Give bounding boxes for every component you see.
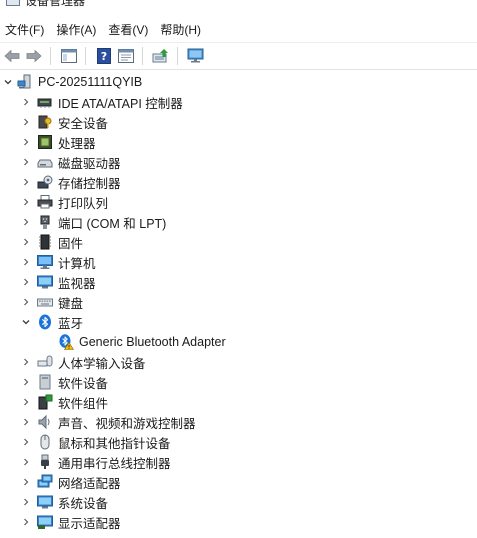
device-manager-app-icon [6, 0, 20, 6]
printer-icon [37, 194, 53, 210]
chevron-right-icon[interactable] [21, 472, 31, 492]
tree-category-disk[interactable]: 磁盘驱动器 [0, 152, 477, 172]
device-tree: PC-20251111QYIB IDE ATA/ATAPI 控制器 安全设备 处… [0, 72, 477, 532]
tree-device-generic-bluetooth-adapter[interactable]: Generic Bluetooth Adapter [0, 332, 477, 352]
sound-icon [37, 414, 53, 430]
firmware-icon [37, 234, 53, 250]
tree-root[interactable]: PC-20251111QYIB [0, 72, 477, 92]
tree-category-system[interactable]: 系统设备 [0, 492, 477, 512]
chevron-down-icon[interactable] [3, 72, 13, 92]
tree-category-software-device[interactable]: 软件设备 [0, 372, 477, 392]
chevron-right-icon[interactable] [21, 352, 31, 372]
svg-text:?: ? [101, 50, 107, 63]
chevron-right-icon[interactable] [21, 392, 31, 412]
chevron-right-icon[interactable] [21, 232, 31, 252]
menu-help[interactable]: 帮助(H) [155, 20, 206, 40]
tree-category-monitor[interactable]: 监视器 [0, 272, 477, 292]
chevron-right-icon[interactable] [21, 412, 31, 432]
tree-category-display[interactable]: 显示适配器 [0, 512, 477, 532]
toolbar-separator [85, 47, 86, 65]
tree-category-ide[interactable]: IDE ATA/ATAPI 控制器 [0, 92, 477, 112]
chevron-right-icon[interactable] [21, 432, 31, 452]
chevron-right-icon[interactable] [21, 112, 31, 132]
tree-category-security[interactable]: 安全设备 [0, 112, 477, 132]
chevron-right-icon[interactable] [21, 512, 31, 532]
tree-category-printer[interactable]: 打印队列 [0, 192, 477, 212]
mouse-icon [37, 434, 53, 450]
chevron-right-icon[interactable] [21, 492, 31, 512]
bluetooth-warning-icon [58, 334, 74, 350]
chevron-right-icon[interactable] [21, 292, 31, 312]
chevron-right-icon[interactable] [21, 252, 31, 272]
menu-view[interactable]: 查看(V) [103, 20, 153, 40]
help-icon[interactable]: ? [94, 46, 114, 66]
software-component-icon [37, 394, 53, 410]
tree-category-keyboard[interactable]: 键盘 [0, 292, 477, 312]
tree-category-usb[interactable]: 通用串行总线控制器 [0, 452, 477, 472]
chevron-right-icon[interactable] [21, 192, 31, 212]
tree-category-storage[interactable]: 存储控制器 [0, 172, 477, 192]
chevron-down-icon[interactable] [21, 312, 31, 332]
tree-category-network[interactable]: 网络适配器 [0, 472, 477, 492]
properties-icon[interactable] [116, 46, 136, 66]
security-device-icon [37, 114, 53, 130]
disk-drive-icon [37, 154, 53, 170]
back-arrow-icon[interactable] [2, 46, 22, 66]
chevron-right-icon[interactable] [21, 212, 31, 232]
tree-category-software-component[interactable]: 软件组件 [0, 392, 477, 412]
monitor-icon [37, 274, 53, 290]
chevron-right-icon[interactable] [21, 272, 31, 292]
chevron-right-icon[interactable] [21, 92, 31, 112]
menu-bar: 文件(F) 操作(A) 查看(V) 帮助(H) [0, 20, 477, 40]
chevron-right-icon[interactable] [21, 132, 31, 152]
show-hide-console-tree-icon[interactable] [59, 46, 79, 66]
port-icon [37, 214, 53, 230]
title-bar: 设备管理器 [0, 0, 477, 10]
usb-icon [37, 454, 53, 470]
system-device-icon [37, 494, 53, 510]
menu-action[interactable]: 操作(A) [51, 20, 101, 40]
chevron-right-icon[interactable] [21, 452, 31, 472]
menu-file[interactable]: 文件(F) [0, 20, 49, 40]
hid-icon [37, 354, 53, 370]
tree-category-firmware[interactable]: 固件 [0, 232, 477, 252]
ide-controller-icon [37, 94, 53, 110]
forward-arrow-icon[interactable] [24, 46, 44, 66]
toolbar-separator [177, 47, 178, 65]
computer-icon [37, 254, 53, 270]
display-adapter-icon [37, 514, 53, 530]
keyboard-icon [37, 294, 53, 310]
tree-category-computer[interactable]: 计算机 [0, 252, 477, 272]
tree-category-processor[interactable]: 处理器 [0, 132, 477, 152]
tree-category-hid[interactable]: 人体学输入设备 [0, 352, 477, 372]
tree-category-mouse[interactable]: 鼠标和其他指针设备 [0, 432, 477, 452]
window-title: 设备管理器 [25, 0, 86, 8]
toolbar-separator [142, 47, 143, 65]
chevron-right-icon[interactable] [21, 172, 31, 192]
chevron-right-icon[interactable] [21, 152, 31, 172]
scan-hardware-changes-icon[interactable] [186, 46, 206, 66]
computer-root-icon [17, 74, 33, 90]
network-adapter-icon [37, 474, 53, 490]
bluetooth-icon [37, 314, 53, 330]
update-driver-icon[interactable] [151, 46, 171, 66]
computer-name-label: PC-20251111QYIB [38, 75, 143, 89]
tree-category-port[interactable]: 端口 (COM 和 LPT) [0, 212, 477, 232]
tree-category-bluetooth[interactable]: 蓝牙 [0, 312, 477, 332]
toolbar: ? [0, 42, 477, 70]
processor-icon [37, 134, 53, 150]
software-device-icon [37, 374, 53, 390]
toolbar-separator [50, 47, 51, 65]
tree-category-sound[interactable]: 声音、视频和游戏控制器 [0, 412, 477, 432]
chevron-right-icon[interactable] [21, 372, 31, 392]
storage-controller-icon [37, 174, 53, 190]
